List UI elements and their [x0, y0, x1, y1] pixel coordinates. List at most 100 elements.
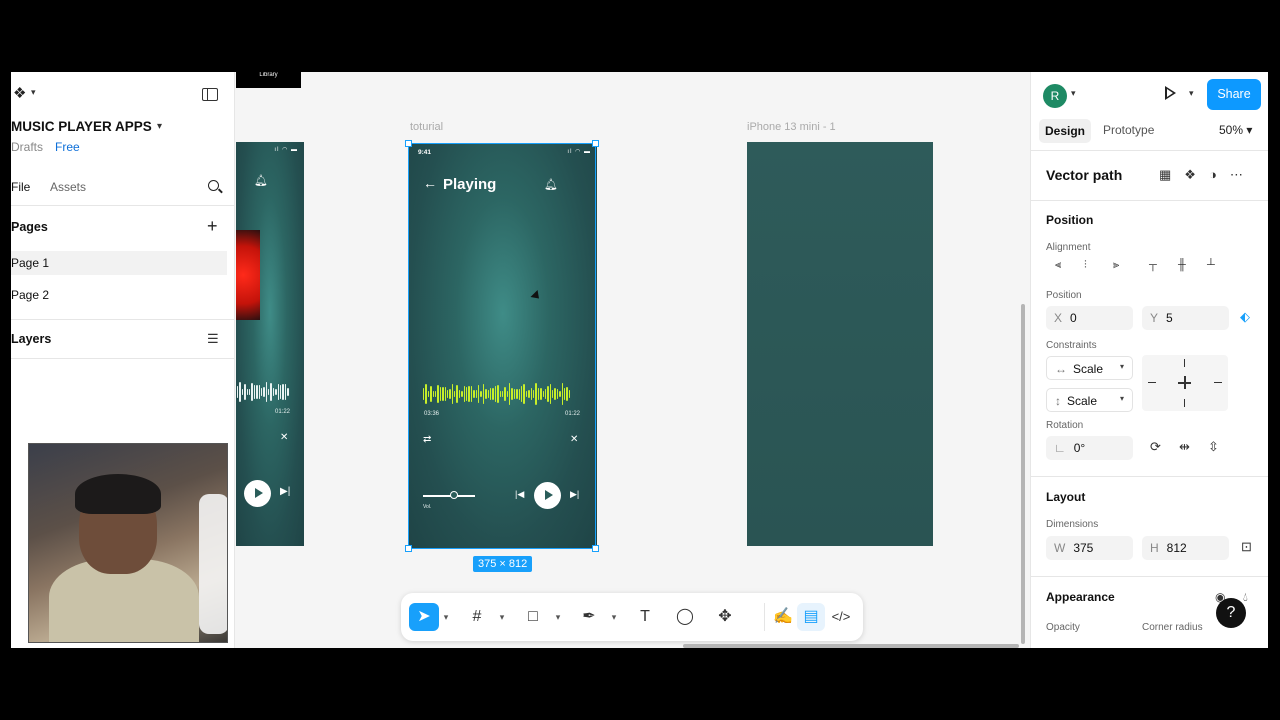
webcam-overlay: [28, 443, 228, 643]
tab-assets[interactable]: Assets: [50, 180, 86, 194]
chevron-down-icon[interactable]: ▾: [1189, 88, 1194, 99]
x-key: X: [1054, 311, 1063, 325]
resize-handle[interactable]: [592, 140, 599, 147]
draw-mode-icon[interactable]: ✍: [771, 603, 795, 631]
present-play-icon[interactable]: [1165, 86, 1176, 100]
height-field[interactable]: H 812: [1142, 536, 1229, 560]
align-center-v-icon[interactable]: ╫: [1178, 259, 1186, 271]
constraints-widget[interactable]: [1142, 355, 1228, 411]
frame-label[interactable]: toturial: [410, 121, 443, 133]
avatar[interactable]: R: [1043, 84, 1067, 108]
corner-radius-label: Corner radius: [1142, 622, 1203, 633]
plan-badge[interactable]: Free: [55, 140, 80, 154]
constraint-center-v[interactable]: [1184, 376, 1186, 389]
bottom-toolbar: ➤ ▾ # ▾ □ ▾ ✒ ▾ T ◯ ✥ ✍ ▤ </>: [401, 593, 863, 641]
mask-icon[interactable]: ◑: [1209, 167, 1230, 182]
horizontal-constraint-icon: ↔: [1055, 362, 1067, 376]
vertical-scrollbar[interactable]: [1021, 304, 1025, 644]
canvas[interactable]: Library ıl ◠ ▬ 🔔︎ 01:22 ✕ ▶︎| toturial 9…: [236, 72, 1030, 648]
tab-prototype[interactable]: Prototype: [1103, 123, 1154, 137]
flip-vertical-icon[interactable]: ⇳: [1208, 439, 1219, 455]
constraint-bottom[interactable]: [1184, 399, 1185, 407]
rectangle-tool-icon[interactable]: □: [521, 603, 545, 631]
grid-icon[interactable]: ▦: [1159, 167, 1184, 182]
y-value: 5: [1166, 311, 1173, 325]
y-field[interactable]: Y5: [1142, 306, 1229, 330]
resize-handle[interactable]: [592, 545, 599, 552]
comment-tool-icon[interactable]: ◯: [673, 603, 697, 631]
chevron-down-icon[interactable]: ▾: [441, 603, 451, 631]
align-right-icon[interactable]: ⫸: [1113, 259, 1119, 272]
project-title[interactable]: MUSIC PLAYER APPS: [11, 119, 152, 134]
share-button[interactable]: Share: [1207, 79, 1261, 110]
waveform-bar: [246, 389, 248, 395]
album-art: [236, 230, 260, 320]
chevron-down-icon[interactable]: ▾: [1071, 88, 1076, 99]
align-left-icon[interactable]: ⫷: [1055, 259, 1061, 272]
drafts-link[interactable]: Drafts: [11, 140, 43, 154]
constraint-horizontal-select[interactable]: ↔ Scale ▾: [1046, 356, 1133, 380]
align-top-icon[interactable]: ┬: [1149, 259, 1157, 271]
selection-box[interactable]: [405, 140, 599, 552]
width-field[interactable]: W 375: [1046, 536, 1133, 560]
frame-label[interactable]: iPhone 13 mini - 1: [747, 121, 836, 133]
chevron-down-icon[interactable]: ▾: [157, 121, 162, 132]
position-heading: Position: [1046, 213, 1094, 227]
help-button[interactable]: ?: [1216, 598, 1246, 628]
chevron-down-icon[interactable]: ▾: [609, 603, 619, 631]
tab-design[interactable]: Design: [1039, 119, 1091, 143]
waveform-bar: [239, 381, 241, 403]
page-item[interactable]: Page 2: [11, 283, 227, 307]
pen-tool-icon[interactable]: ✒: [577, 603, 601, 631]
frame-iphone-13-mini[interactable]: [747, 142, 933, 546]
rotation-field[interactable]: ∟ 0°: [1046, 436, 1133, 460]
chevron-down-icon[interactable]: ▾: [31, 87, 36, 98]
text-tool-icon[interactable]: T: [633, 603, 657, 631]
absolute-position-icon[interactable]: ⬖: [1240, 309, 1250, 325]
resize-handle[interactable]: [405, 545, 412, 552]
chevron-down-icon[interactable]: ▾: [497, 603, 507, 631]
figma-logo-icon[interactable]: ❖: [13, 84, 26, 102]
frame-tool-icon[interactable]: #: [465, 603, 489, 631]
actions-tool-icon[interactable]: ✥: [713, 603, 737, 631]
left-tabs: File Assets: [11, 176, 235, 206]
design-mode-icon[interactable]: ▤: [797, 603, 825, 631]
waveform-bar: [277, 384, 280, 400]
tab-file[interactable]: File: [11, 180, 30, 194]
layout-heading: Layout: [1046, 490, 1086, 504]
add-page-icon[interactable]: +: [207, 216, 218, 237]
search-icon[interactable]: [208, 180, 219, 191]
h-key: H: [1150, 541, 1159, 555]
constraint-top[interactable]: [1184, 359, 1185, 367]
dev-mode-icon[interactable]: </>: [829, 603, 853, 631]
waveform-bar: [248, 388, 251, 396]
blend-mode-icon[interactable]: 💧︎: [1243, 590, 1248, 605]
rotate-icon[interactable]: ⟳: [1150, 439, 1161, 455]
time-total: 01:22: [275, 409, 291, 415]
chevron-down-icon[interactable]: ▾: [553, 603, 563, 631]
waveform-bar: [275, 388, 277, 396]
constraint-right[interactable]: [1214, 382, 1222, 383]
chevron-down-icon: ▾: [1119, 362, 1124, 371]
sidebar-toggle-icon[interactable]: [202, 88, 218, 101]
layers-sort-icon[interactable]: ☰: [207, 331, 219, 347]
y-key: Y: [1150, 311, 1159, 325]
waveform: [237, 380, 289, 404]
resize-handle[interactable]: [405, 140, 412, 147]
align-center-h-icon[interactable]: ⫶: [1084, 259, 1087, 272]
x-field[interactable]: X0: [1046, 306, 1133, 330]
zoom-dropdown[interactable]: 50% ▾: [1219, 123, 1252, 137]
frame-a[interactable]: ıl ◠ ▬ 🔔︎ 01:22 ✕ ▶︎|: [236, 142, 304, 546]
resize-to-fit-icon[interactable]: ⊡: [1241, 539, 1252, 555]
selection-actions: ▦❖◑⋯: [1159, 167, 1256, 183]
flip-horizontal-icon[interactable]: ⇹: [1179, 439, 1190, 455]
more-icon[interactable]: ⋯: [1230, 167, 1256, 182]
align-bottom-icon[interactable]: ┴: [1207, 259, 1215, 271]
page-item[interactable]: Page 1: [11, 251, 227, 275]
constraint-left[interactable]: [1148, 382, 1156, 383]
component-icon[interactable]: ❖: [1184, 167, 1209, 182]
horizontal-scrollbar[interactable]: [683, 644, 1019, 648]
move-tool-icon[interactable]: ➤: [409, 603, 439, 631]
constraint-vertical-select[interactable]: ↕ Scale ▾: [1046, 388, 1133, 412]
right-panel: R ▾ ▾ Share Design Prototype 50% ▾ Vecto…: [1030, 72, 1268, 648]
